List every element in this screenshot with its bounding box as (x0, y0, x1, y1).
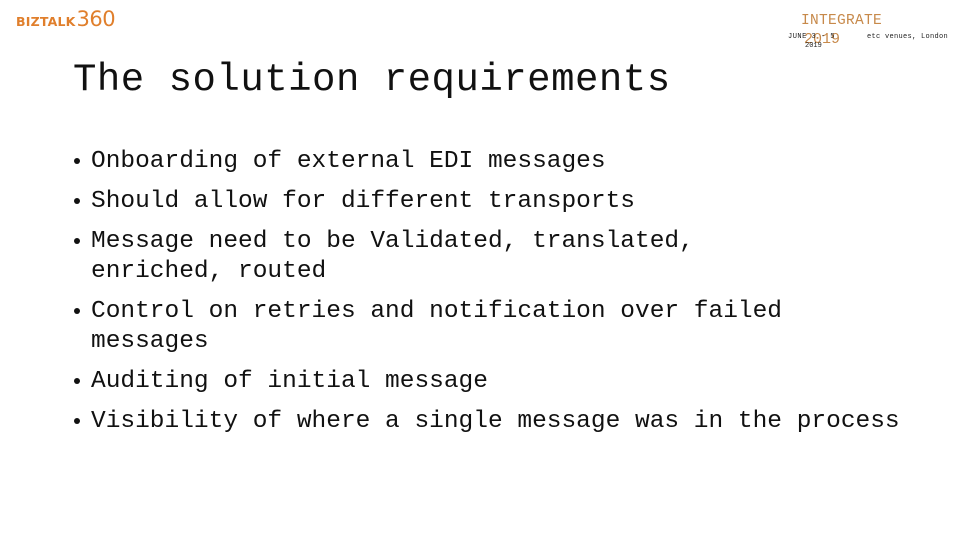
slide-title: The solution requirements (73, 58, 671, 102)
requirements-list: Onboarding of external EDI messages Shou… (73, 147, 903, 447)
bullet-icon (74, 418, 80, 424)
list-item: Control on retries and notification over… (73, 297, 903, 357)
list-item: Onboarding of external EDI messages (73, 147, 903, 177)
bullet-icon (74, 198, 80, 204)
event-dates: JUNE 3 - 5 (788, 33, 836, 41)
event-badge: INTEGRATE 2019 JUNE 3 - 5 2019 etc venue… (780, 12, 960, 56)
bullet-icon (74, 378, 80, 384)
event-name: INTEGRATE (801, 13, 883, 29)
list-item: Visibility of where a single message was… (73, 407, 903, 437)
bullet-icon (74, 308, 80, 314)
event-venue: etc venues, London (867, 33, 949, 41)
biztalk360-logo: BIZTALK 360 (16, 7, 116, 31)
list-item-text: Auditing of initial message (91, 368, 488, 395)
list-item: Should allow for different transports (73, 187, 903, 217)
list-item-text: Should allow for different transports (91, 188, 635, 215)
logo-brand-text: BIZTALK (16, 14, 76, 29)
logo-number-text: 360 (76, 7, 116, 31)
list-item: Message need to be Validated, translated… (73, 227, 791, 287)
bullet-icon (74, 158, 80, 164)
bullet-icon (74, 238, 80, 244)
event-dates-year: 2019 (805, 42, 822, 50)
list-item: Auditing of initial message (73, 367, 903, 397)
list-item-text: Onboarding of external EDI messages (91, 148, 606, 175)
list-item-text: Control on retries and notification over… (91, 298, 783, 355)
list-item-text: Visibility of where a single message was… (91, 408, 900, 435)
list-item-text: Message need to be Validated, translated… (91, 228, 694, 285)
